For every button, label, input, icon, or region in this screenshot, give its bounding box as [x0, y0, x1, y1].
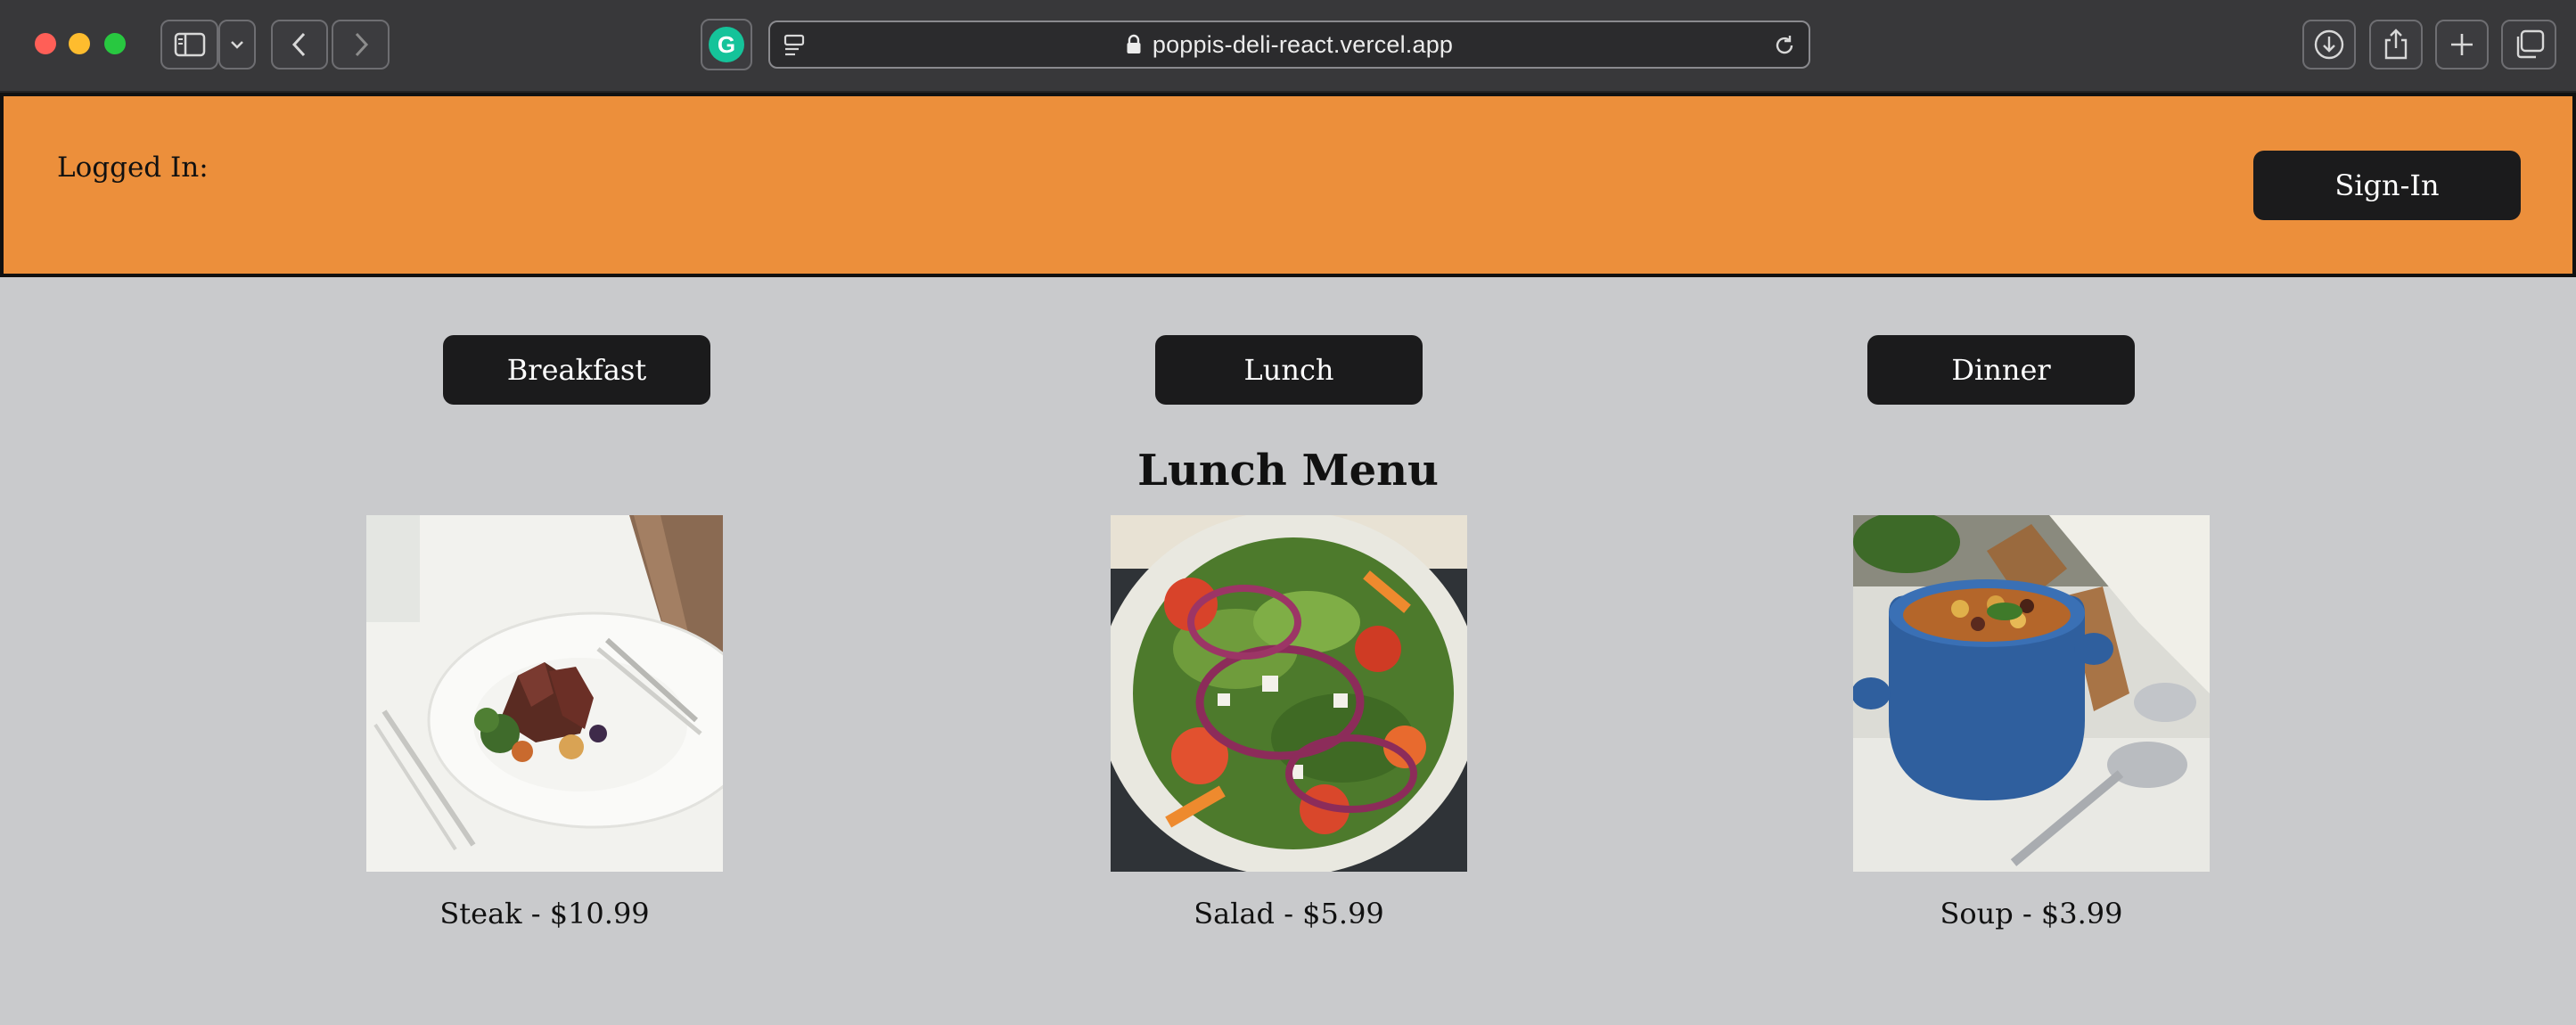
soup-photo	[1853, 515, 2210, 872]
zoom-window-button[interactable]	[104, 33, 126, 54]
sidebar-icon	[174, 32, 205, 57]
steak-photo	[366, 515, 723, 872]
dinner-button[interactable]: Dinner	[1867, 335, 2135, 405]
lunch-button[interactable]: Lunch	[1155, 335, 1423, 405]
grammarly-extension-button[interactable]: G	[701, 19, 752, 70]
reload-icon[interactable]	[1773, 34, 1796, 57]
menu-item-label: Steak - $10.99	[439, 897, 650, 931]
menu-item-steak: Steak - $10.99	[366, 515, 723, 931]
new-tab-button[interactable]	[2435, 20, 2489, 70]
new-tab-icon	[2451, 34, 2473, 55]
menu-item-label: Salad - $5.99	[1194, 897, 1384, 931]
menu-item-soup: Soup - $3.99	[1853, 515, 2210, 931]
minimize-window-button[interactable]	[69, 33, 90, 54]
tab-group-menu-button[interactable]	[218, 20, 256, 70]
back-icon	[291, 32, 306, 57]
share-button[interactable]	[2369, 20, 2423, 70]
share-icon	[2384, 29, 2408, 60]
logged-in-label: Logged In:	[57, 152, 209, 184]
grammarly-icon: G	[709, 27, 744, 62]
salad-photo	[1111, 515, 1467, 872]
tab-overview-button[interactable]	[2501, 20, 2556, 70]
menu-item-label: Soup - $3.99	[1940, 897, 2123, 931]
forward-button[interactable]	[332, 20, 390, 70]
menu-item-salad: Salad - $5.99	[1111, 515, 1467, 931]
sign-in-button[interactable]: Sign-In	[2253, 151, 2521, 220]
download-icon	[2314, 29, 2344, 60]
browser-toolbar: G poppis-deli-react.vercel.app	[0, 0, 2576, 93]
close-window-button[interactable]	[35, 33, 56, 54]
url-text: poppis-deli-react.vercel.app	[1152, 30, 1454, 58]
tabs-overview-icon	[2516, 29, 2545, 59]
breakfast-button[interactable]: Breakfast	[443, 335, 710, 405]
site-header: Logged In: Sign-In	[0, 93, 2576, 277]
sidebar-toggle-button[interactable]	[160, 20, 218, 70]
back-button[interactable]	[271, 20, 328, 70]
chevron-down-icon	[231, 41, 243, 49]
menu-title: Lunch Menu	[1137, 446, 1439, 496]
lock-icon	[1127, 34, 1141, 53]
address-bar[interactable]: poppis-deli-react.vercel.app	[768, 20, 1810, 69]
forward-icon	[355, 32, 368, 57]
downloads-button[interactable]	[2302, 20, 2356, 70]
